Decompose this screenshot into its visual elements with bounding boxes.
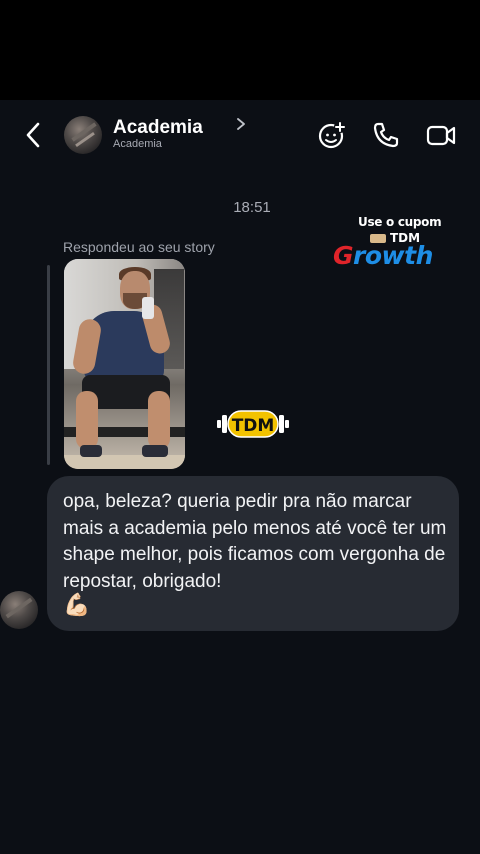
phone-icon[interactable] xyxy=(371,120,401,150)
story-reply-label: Respondeu ao seu story xyxy=(63,239,215,255)
chat-title[interactable]: Academia xyxy=(113,117,203,139)
back-button[interactable] xyxy=(20,120,46,150)
status-bar-area xyxy=(0,0,480,100)
tdm-watermark-logo: TDM xyxy=(217,410,289,438)
message-text: opa, beleza? queria pedir pra não marcar… xyxy=(63,491,447,592)
message-timestamp: 18:51 xyxy=(233,199,271,216)
promo-text: Use o cupom xyxy=(358,215,442,229)
chat-subtitle: Academia xyxy=(113,138,162,150)
brand-rest: rowth xyxy=(353,241,433,270)
reply-indicator-bar xyxy=(47,265,50,465)
effects-icon[interactable] xyxy=(317,120,347,150)
chevron-right-icon[interactable] xyxy=(234,116,248,132)
brand-initial: G xyxy=(333,241,354,270)
back-arrow-icon xyxy=(26,122,40,148)
brand-logo: Growth xyxy=(333,242,433,270)
sender-avatar[interactable] xyxy=(0,591,38,629)
story-thumbnail[interactable] xyxy=(64,259,185,469)
flexed-biceps-emoji: 💪🏻 xyxy=(63,592,91,617)
watermark-text: TDM xyxy=(232,416,275,436)
avatar[interactable] xyxy=(64,116,102,154)
video-camera-icon[interactable] xyxy=(426,120,456,150)
